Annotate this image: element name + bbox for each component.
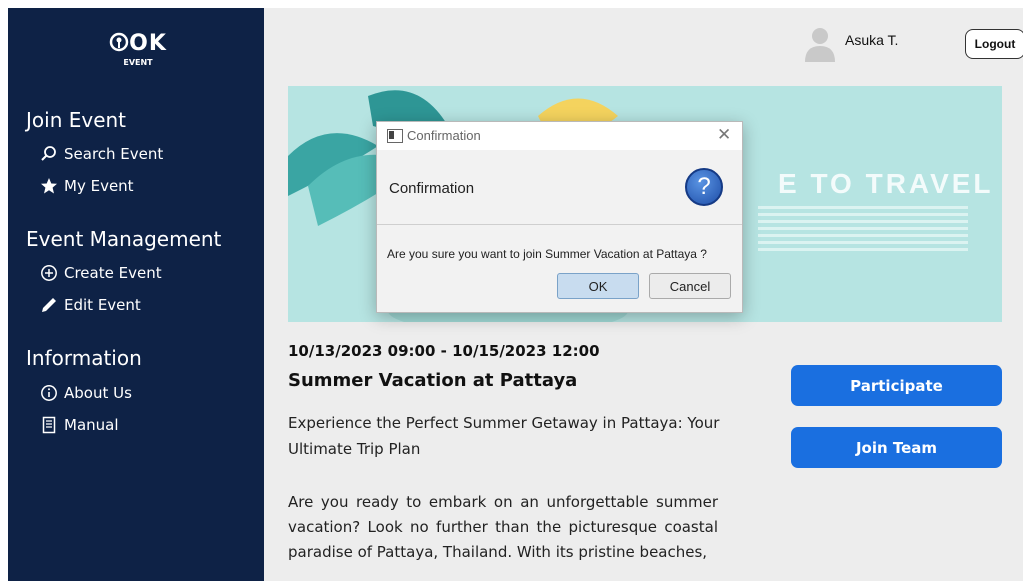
section-information: Information <box>26 346 142 370</box>
dialog-header: Confirmation <box>389 180 475 197</box>
plus-circle-icon <box>41 265 57 281</box>
logo-pin-icon <box>109 32 129 52</box>
window-icon <box>387 129 403 143</box>
dialog-titlebar[interactable]: Confirmation ✕ <box>377 122 742 150</box>
close-icon[interactable]: ✕ <box>717 125 731 145</box>
section-join-event: Join Event <box>26 108 127 132</box>
search-icon <box>41 146 56 161</box>
sidebar-item-label: About Us <box>64 384 132 402</box>
participate-button[interactable]: Participate <box>791 365 1002 406</box>
cancel-button[interactable]: Cancel <box>649 273 731 299</box>
dialog-divider <box>377 224 742 225</box>
banner-filler-lines <box>758 206 968 255</box>
sidebar-item-label: Edit Event <box>64 296 141 314</box>
question-icon: ? <box>685 168 723 206</box>
dialog-message: Are you sure you want to join Summer Vac… <box>387 247 707 261</box>
app-logo: OK EVENT <box>108 28 168 68</box>
star-icon <box>41 178 57 194</box>
sidebar-item-manual[interactable]: Manual <box>40 414 119 436</box>
dialog-window-title: Confirmation <box>407 128 481 143</box>
user-avatar-icon <box>805 28 835 62</box>
event-date: 10/13/2023 09:00 - 10/15/2023 12:00 <box>288 342 600 360</box>
logo-sub: EVENT <box>123 58 153 67</box>
info-icon <box>41 385 57 401</box>
logout-button[interactable]: Logout <box>965 29 1023 59</box>
sidebar-item-label: My Event <box>64 177 134 195</box>
sidebar-item-label: Search Event <box>64 145 164 163</box>
ok-button[interactable]: OK <box>557 273 639 299</box>
sidebar-item-label: Manual <box>64 416 119 434</box>
username: Asuka T. <box>845 32 899 48</box>
section-event-management: Event Management <box>26 227 222 251</box>
event-title: Summer Vacation at Pattaya <box>288 370 578 391</box>
sidebar: OK EVENT Join Event Search Event My Even… <box>8 8 264 581</box>
confirmation-dialog: Confirmation ✕ Confirmation ? Are you su… <box>376 121 743 313</box>
sidebar-item-label: Create Event <box>64 264 162 282</box>
pencil-icon <box>42 298 56 312</box>
event-description: Are you ready to embark on an unforgetta… <box>288 493 718 561</box>
sidebar-item-create-event[interactable]: Create Event <box>40 262 162 284</box>
document-icon <box>42 416 56 434</box>
avatar <box>803 24 837 62</box>
event-subtitle: Experience the Perfect Summer Getaway in… <box>288 414 720 458</box>
banner-text: E TO TRAVEL <box>778 168 994 199</box>
sidebar-item-search-event[interactable]: Search Event <box>40 143 163 165</box>
sidebar-item-edit-event[interactable]: Edit Event <box>40 294 141 316</box>
logo-text: OK <box>129 31 167 56</box>
sidebar-item-my-event[interactable]: My Event <box>40 175 134 197</box>
sidebar-item-about-us[interactable]: About Us <box>40 382 132 404</box>
logo-mark: OK <box>108 28 168 58</box>
join-team-button[interactable]: Join Team <box>791 427 1002 468</box>
